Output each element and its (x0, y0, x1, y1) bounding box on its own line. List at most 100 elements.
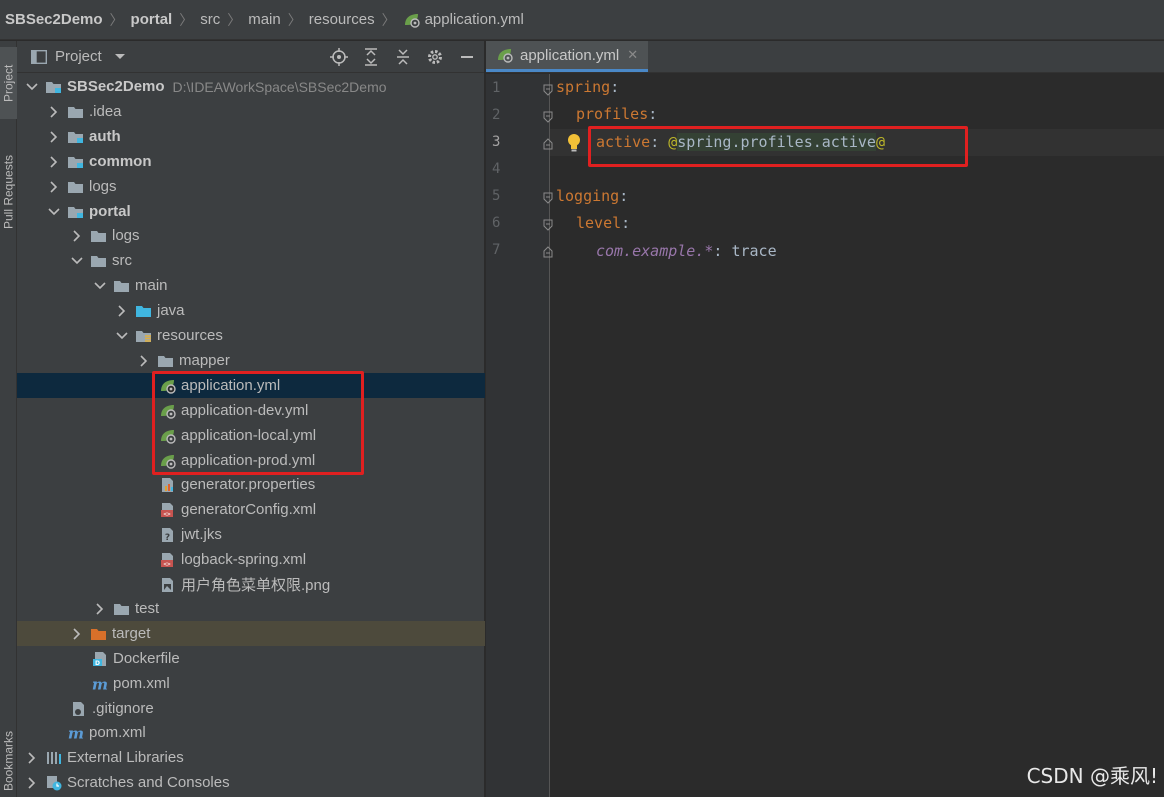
tree-item-label: resources (157, 327, 223, 344)
module-folder-icon (67, 154, 85, 170)
tree-item-test[interactable]: test (17, 596, 485, 621)
tree-item-portal-logs[interactable]: logs (17, 223, 485, 248)
ignore-file-icon (70, 701, 88, 717)
tree-item-label: Scratches and Consoles (67, 774, 230, 791)
tree-item-mapper[interactable]: mapper (17, 348, 485, 373)
tree-item-logback-spring-xml[interactable]: <> logback-spring.xml (17, 547, 485, 572)
watermark: CSDN @乘风! (1026, 764, 1158, 788)
yaml-colon: : (621, 214, 631, 232)
tree-item-resources[interactable]: resources (17, 323, 485, 348)
tab-project[interactable]: Project (0, 47, 17, 119)
close-icon[interactable]: ✕ (627, 47, 638, 63)
tree-item-logs[interactable]: logs (17, 174, 485, 199)
tree-item-root-pom-xml[interactable]: m pom.xml (17, 720, 485, 745)
folder-icon (67, 104, 85, 120)
gear-icon[interactable] (426, 48, 444, 66)
line-number: 7 (492, 242, 501, 258)
tree-item-label: target (112, 625, 151, 642)
tree-item-auth[interactable]: auth (17, 124, 485, 149)
tree-item-image-png[interactable]: 用户角色菜单权限.png (17, 572, 485, 597)
breadcrumb-separator: 〉 (227, 11, 242, 28)
folder-icon (90, 253, 108, 269)
chevron-down-icon[interactable] (114, 53, 126, 61)
tree-item-common[interactable]: common (17, 149, 485, 174)
chevron-right-icon[interactable] (47, 155, 61, 169)
yaml-key: profiles (576, 105, 649, 123)
breadcrumb-item-src[interactable]: src (200, 11, 220, 28)
xml-file-icon: <> (159, 502, 177, 518)
tree-item-target[interactable]: target (17, 621, 485, 646)
chevron-right-icon[interactable] (115, 304, 129, 318)
yaml-colon: : (648, 105, 658, 123)
tab-bookmarks-label: Bookmarks (1, 730, 16, 792)
yaml-colon: : (610, 78, 620, 96)
hide-panel-icon[interactable] (458, 48, 476, 66)
chevron-right-icon[interactable] (70, 229, 84, 243)
tree-item-scratches[interactable]: Scratches and Consoles (17, 770, 485, 795)
chevron-right-icon[interactable] (137, 354, 151, 368)
editor-tab-bar: application.yml ✕ (486, 41, 1164, 73)
libraries-icon (45, 750, 63, 766)
chevron-down-icon[interactable] (93, 279, 107, 293)
tree-item-root-module[interactable]: SBSec2Demo D:\IDEAWorkSpace\SBSec2Demo (17, 74, 485, 99)
locate-icon[interactable] (330, 48, 348, 66)
expand-all-icon[interactable] (362, 48, 380, 66)
folder-icon (113, 601, 131, 617)
tree-item-portal[interactable]: portal (17, 199, 485, 224)
xml-file-icon: <> (159, 552, 177, 568)
chevron-right-icon[interactable] (25, 751, 39, 765)
tree-item-generator-properties[interactable]: generator.properties (17, 472, 485, 497)
tree-item-main[interactable]: main (17, 273, 485, 298)
fold-open-icon[interactable] (543, 111, 553, 123)
chevron-down-icon[interactable] (70, 254, 84, 268)
project-panel-title[interactable]: Project (55, 48, 102, 65)
collapse-all-icon[interactable] (394, 48, 412, 66)
fold-open-icon[interactable] (543, 192, 553, 204)
folder-icon (157, 353, 175, 369)
tree-item-generator-config-xml[interactable]: <> generatorConfig.xml (17, 497, 485, 522)
tree-item-jwt-jks[interactable]: ? jwt.jks (17, 522, 485, 547)
editor-tab-application-yml[interactable]: application.yml ✕ (486, 41, 649, 72)
tree-item-portal-pom-xml[interactable]: m pom.xml (17, 671, 485, 696)
chevron-down-icon[interactable] (25, 80, 39, 94)
chevron-down-icon[interactable] (47, 205, 61, 219)
fold-open-icon[interactable] (543, 219, 553, 231)
tab-bookmarks[interactable]: Bookmarks (0, 725, 17, 797)
breadcrumb-separator: 〉 (287, 11, 302, 28)
chevron-right-icon[interactable] (25, 776, 39, 790)
code-line-1: spring: (556, 74, 619, 101)
breadcrumb-separator: 〉 (381, 11, 396, 28)
chevron-down-icon[interactable] (115, 329, 129, 343)
fold-close-icon[interactable] (543, 246, 553, 258)
tree-item-java[interactable]: java (17, 298, 485, 323)
dockerfile-icon: D (91, 651, 109, 667)
tree-item-src[interactable]: src (17, 248, 485, 273)
breadcrumb-item-project[interactable]: SBSec2Demo (5, 11, 103, 28)
chevron-right-icon[interactable] (93, 602, 107, 616)
resources-folder-icon (135, 328, 153, 344)
tree-item-idea[interactable]: .idea (17, 99, 485, 124)
svg-text:m: m (92, 676, 108, 692)
tree-item-dockerfile[interactable]: D Dockerfile (17, 646, 485, 671)
tree-item-external-libraries[interactable]: External Libraries (17, 745, 485, 770)
tree-item-gitignore[interactable]: .gitignore (17, 696, 485, 721)
breadcrumb-item-main[interactable]: main (248, 11, 281, 28)
chevron-right-icon[interactable] (47, 105, 61, 119)
breadcrumb-item-resources[interactable]: resources (309, 11, 375, 28)
tab-pull-requests[interactable]: Pull Requests (0, 137, 17, 247)
lightbulb-icon[interactable] (566, 133, 582, 153)
breadcrumb-item-file[interactable]: application.yml (403, 11, 524, 28)
tree-item-label: main (135, 277, 168, 294)
scratches-icon (45, 775, 63, 791)
properties-file-icon (159, 477, 177, 493)
folder-icon (90, 228, 108, 244)
chevron-right-icon[interactable] (47, 180, 61, 194)
fold-open-icon[interactable] (543, 84, 553, 96)
fold-close-icon[interactable] (543, 138, 553, 150)
yaml-colon: : (713, 242, 732, 260)
editor-gutter: 1 2 3 4 5 6 7 (486, 74, 553, 797)
chevron-right-icon[interactable] (47, 130, 61, 144)
chevron-right-icon[interactable] (70, 627, 84, 641)
breadcrumb-item-module[interactable]: portal (131, 11, 173, 28)
module-folder-icon (45, 79, 63, 95)
